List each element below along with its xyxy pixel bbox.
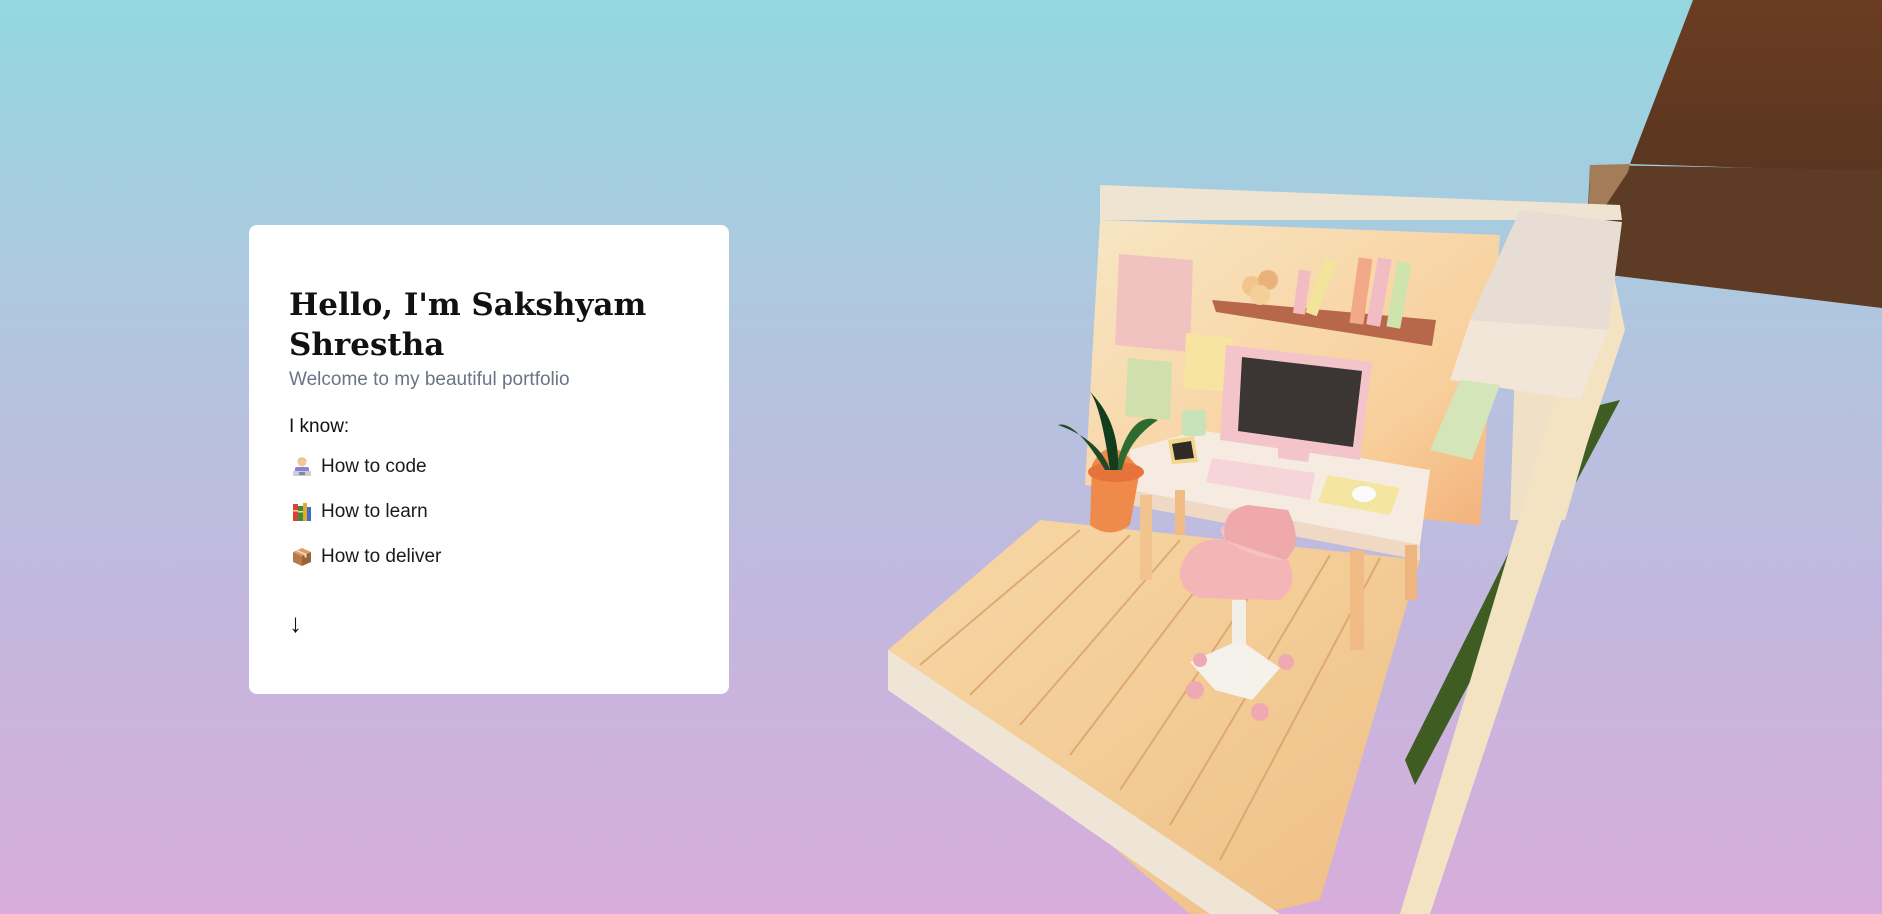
skills-list: How to code How to learn How to deliver — [289, 449, 689, 575]
scroll-down-arrow[interactable]: ↓ — [289, 608, 302, 638]
books-icon — [289, 499, 315, 525]
skill-label: How to code — [321, 456, 427, 477]
skill-label: How to deliver — [321, 546, 442, 567]
skill-item-code: How to code — [289, 449, 689, 485]
skill-item-deliver: How to deliver — [289, 539, 689, 575]
roof-block — [1585, 0, 1882, 308]
package-icon — [289, 544, 315, 570]
page-subtitle: Welcome to my beautiful portfolio — [289, 369, 570, 390]
technologist-icon — [289, 454, 315, 480]
know-label: I know: — [289, 416, 350, 437]
skill-label: How to learn — [321, 501, 428, 522]
skill-item-learn: How to learn — [289, 494, 689, 530]
page-title: Hello, I'm Sakshyam Shrestha — [289, 287, 647, 363]
room-3d-scene[interactable] — [860, 0, 1882, 914]
floor — [888, 520, 1420, 914]
intro-card: Hello, I'm Sakshyam Shrestha Welcome to … — [249, 225, 729, 694]
